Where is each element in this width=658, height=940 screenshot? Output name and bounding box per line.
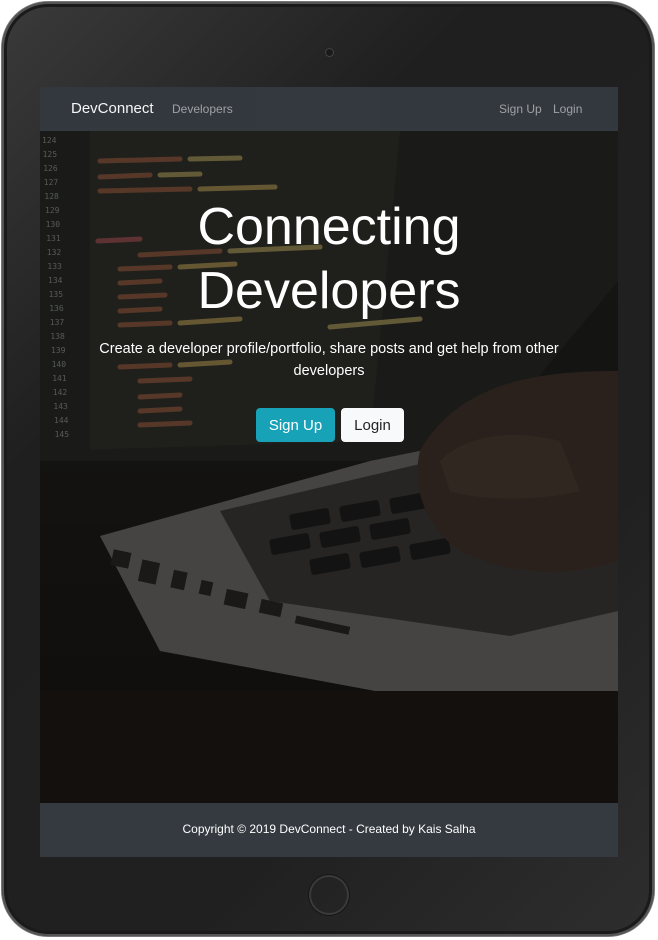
camera-icon [325, 48, 334, 57]
hero-signup-button[interactable]: Sign Up [256, 408, 335, 442]
nav-signup-link[interactable]: Sign Up [499, 102, 542, 116]
footer-copyright: Copyright © 2019 DevConnect - Created by… [182, 822, 476, 836]
nav-login-link[interactable]: Login [553, 102, 582, 116]
hero-login-button[interactable]: Login [341, 408, 404, 442]
hero-title: Connecting Developers [40, 195, 618, 323]
home-button[interactable] [309, 875, 349, 915]
hero-lead-text: Create a developer profile/portfolio, sh… [99, 341, 559, 379]
app-screen: 1241251261271281291301311321331341351361… [40, 87, 618, 857]
hero-title-line-1: Connecting [197, 198, 461, 256]
brand-link[interactable]: DevConnect [71, 100, 154, 117]
page-footer: Copyright © 2019 DevConnect - Created by… [40, 803, 618, 857]
nav-developers-link[interactable]: Developers [172, 102, 233, 116]
top-navbar: DevConnect Developers Sign Up Login [40, 87, 618, 131]
hero-title-line-2: Developers [197, 262, 461, 320]
tablet-device-frame: 1241251261271281291301311321331341351361… [2, 2, 654, 936]
